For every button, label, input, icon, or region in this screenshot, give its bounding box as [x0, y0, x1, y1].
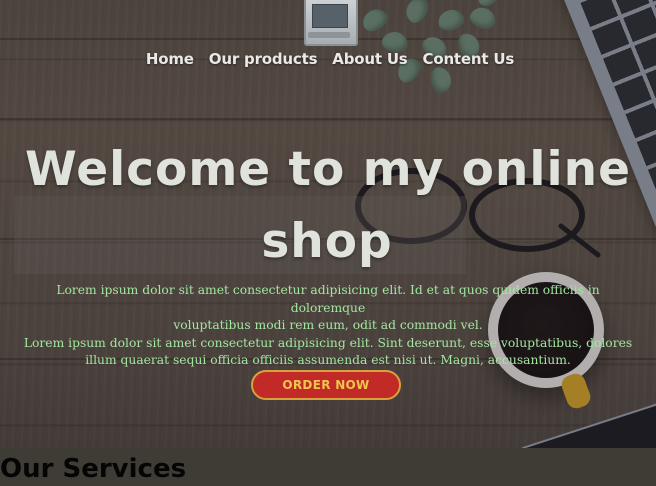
paragraph-line: Lorem ipsum dolor sit amet consectetur a…	[56, 283, 600, 315]
hero-paragraph: Lorem ipsum dolor sit amet consectetur a…	[20, 282, 636, 370]
nav-about-us-link[interactable]: About Us	[332, 48, 407, 72]
paragraph-line: voluptatibus modi rem eum, odit ad commo…	[173, 318, 483, 332]
nav-content-us-link[interactable]: Content Us	[423, 48, 515, 72]
paragraph-line: Lorem ipsum dolor sit amet consectetur a…	[23, 335, 633, 350]
main-nav: Home Our products About Us Content Us	[0, 48, 656, 72]
paragraph-line: illum quaerat sequi officia officiis ass…	[85, 353, 571, 367]
services-heading: Our Services	[0, 454, 187, 484]
order-now-button[interactable]: ORDER NOW	[251, 370, 401, 400]
hero-title-line-1: Welcome to my online	[25, 142, 631, 197]
nav-home-link[interactable]: Home	[146, 48, 194, 72]
hero-title: Welcome to my online shop	[0, 134, 656, 278]
logo-laptop-icon[interactable]	[304, 0, 358, 46]
nav-our-products-link[interactable]: Our products	[209, 48, 318, 72]
hero-title-line-2: shop	[261, 214, 393, 269]
